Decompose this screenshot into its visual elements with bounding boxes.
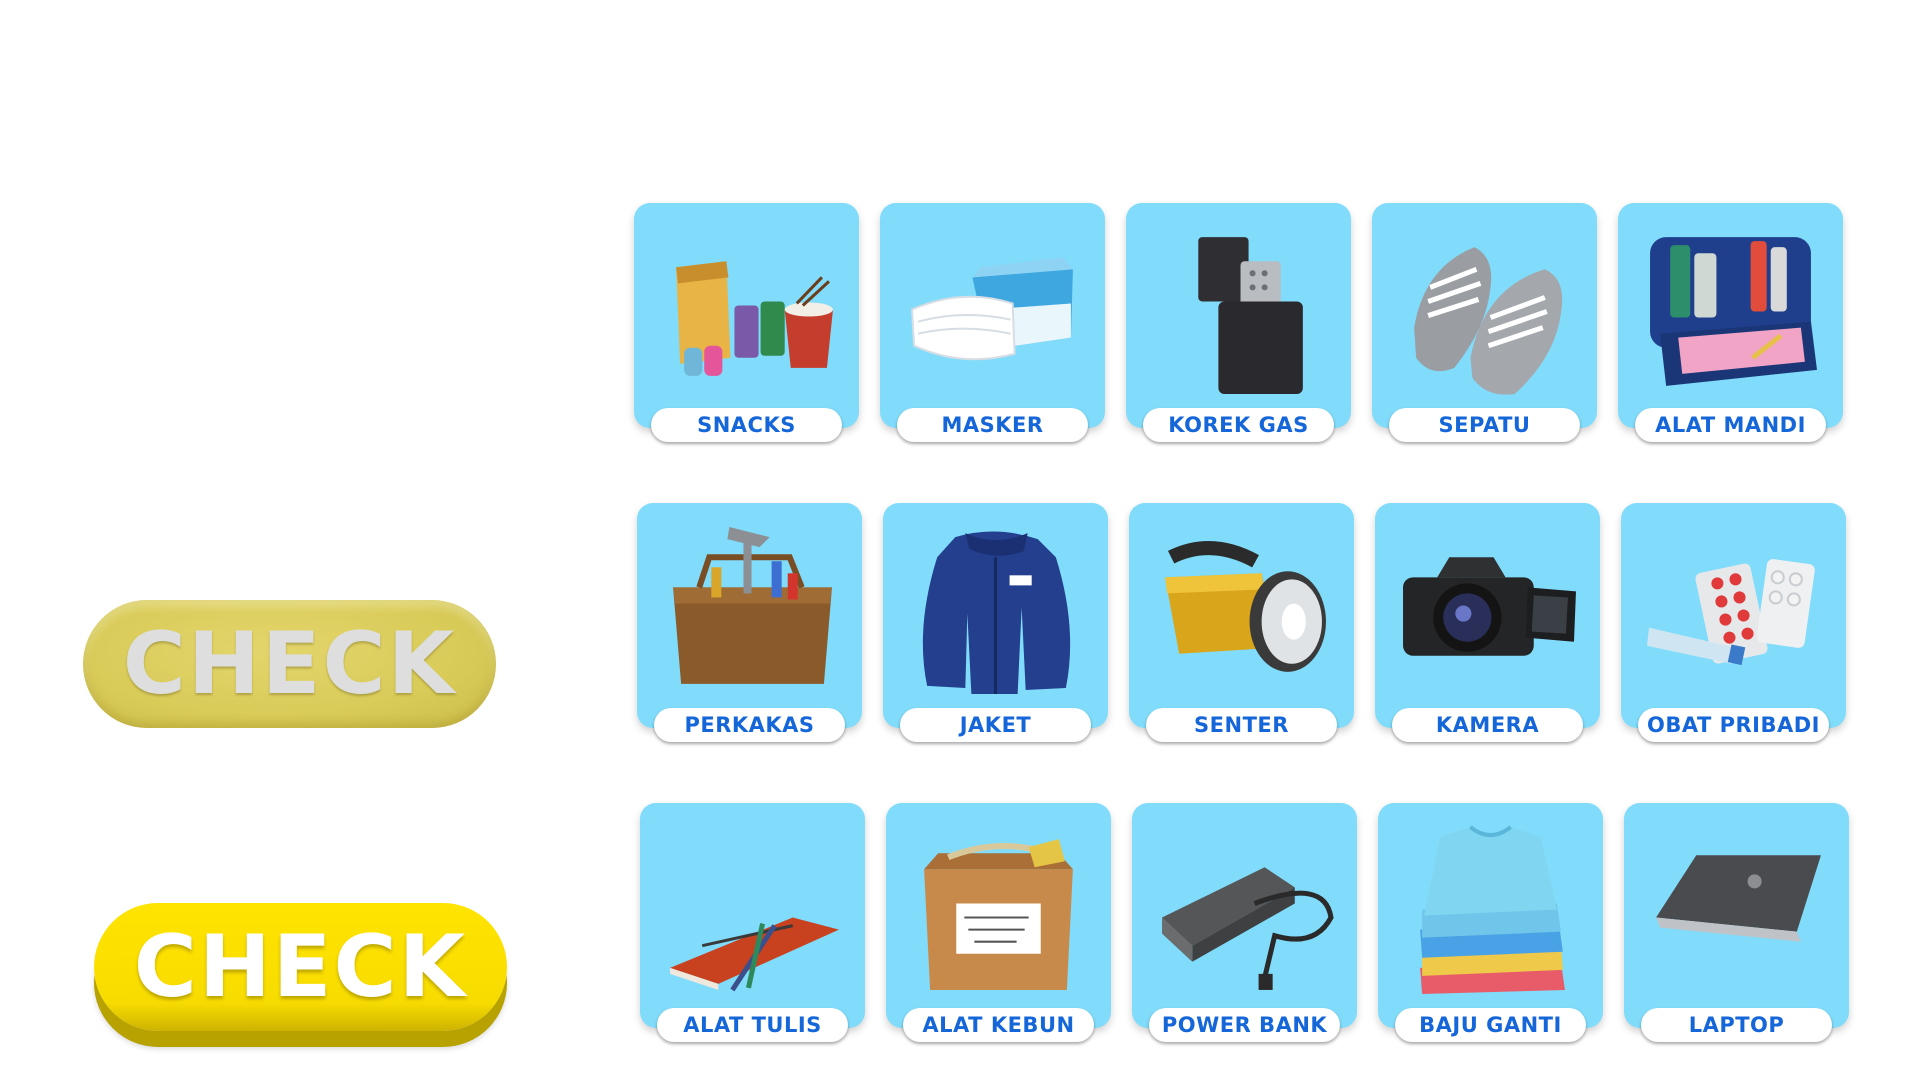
- item-label: LAPTOP: [1641, 1008, 1832, 1042]
- item-card-perkakas[interactable]: PERKAKAS: [637, 503, 862, 742]
- item-label: ALAT MANDI: [1635, 408, 1826, 442]
- clothes-icon: [1420, 825, 1565, 994]
- power-bank-icon: [1162, 867, 1334, 990]
- item-label: SENTER: [1146, 708, 1337, 742]
- snacks-icon: [676, 261, 833, 376]
- item-card-power-bank[interactable]: POWER BANK: [1132, 803, 1357, 1042]
- item-card-alat-kebun[interactable]: ALAT KEBUN: [886, 803, 1111, 1042]
- item-label: OBAT PRIBADI: [1638, 708, 1829, 742]
- camera-icon: [1403, 557, 1576, 656]
- jacket-icon: [922, 531, 1071, 694]
- lighter-icon: [1198, 237, 1303, 394]
- item-label: JAKET: [900, 708, 1091, 742]
- mask-icon: [911, 257, 1073, 361]
- item-card-alat-mandi[interactable]: ALAT MANDI: [1618, 203, 1843, 442]
- check-button-disabled[interactable]: CHECK: [83, 600, 496, 728]
- item-label: SNACKS: [651, 408, 842, 442]
- item-card-sepatu[interactable]: SEPATU: [1372, 203, 1597, 442]
- item-label: ALAT KEBUN: [903, 1008, 1094, 1042]
- check-button[interactable]: CHECK: [94, 903, 507, 1031]
- item-card-obat-pribadi[interactable]: OBAT PRIBADI: [1621, 503, 1846, 742]
- flashlight-icon: [1165, 541, 1326, 672]
- laptop-icon: [1656, 855, 1821, 942]
- toiletries-icon: [1650, 237, 1817, 386]
- item-card-kamera[interactable]: KAMERA: [1375, 503, 1600, 742]
- item-label: PERKAKAS: [654, 708, 845, 742]
- medicine-icon: [1647, 559, 1815, 666]
- item-card-korek-gas[interactable]: KOREK GAS: [1126, 203, 1351, 442]
- item-card-senter[interactable]: SENTER: [1129, 503, 1354, 742]
- item-label: BAJU GANTI: [1395, 1008, 1586, 1042]
- item-card-jaket[interactable]: JAKET: [883, 503, 1108, 742]
- item-card-laptop[interactable]: LAPTOP: [1624, 803, 1849, 1042]
- item-label: KAMERA: [1392, 708, 1583, 742]
- item-card-masker[interactable]: MASKER: [880, 203, 1105, 442]
- item-label: ALAT TULIS: [657, 1008, 848, 1042]
- item-label: POWER BANK: [1149, 1008, 1340, 1042]
- item-label: SEPATU: [1389, 408, 1580, 442]
- item-label: KOREK GAS: [1143, 408, 1334, 442]
- stationery-icon: [670, 917, 839, 992]
- shoes-icon: [1414, 247, 1563, 395]
- item-card-alat-tulis[interactable]: ALAT TULIS: [640, 803, 865, 1042]
- item-card-baju-ganti[interactable]: BAJU GANTI: [1378, 803, 1603, 1042]
- toolbox-icon: [673, 527, 832, 684]
- item-label: MASKER: [897, 408, 1088, 442]
- garden-tools-icon: [924, 839, 1073, 990]
- item-card-snacks[interactable]: SNACKS: [634, 203, 859, 442]
